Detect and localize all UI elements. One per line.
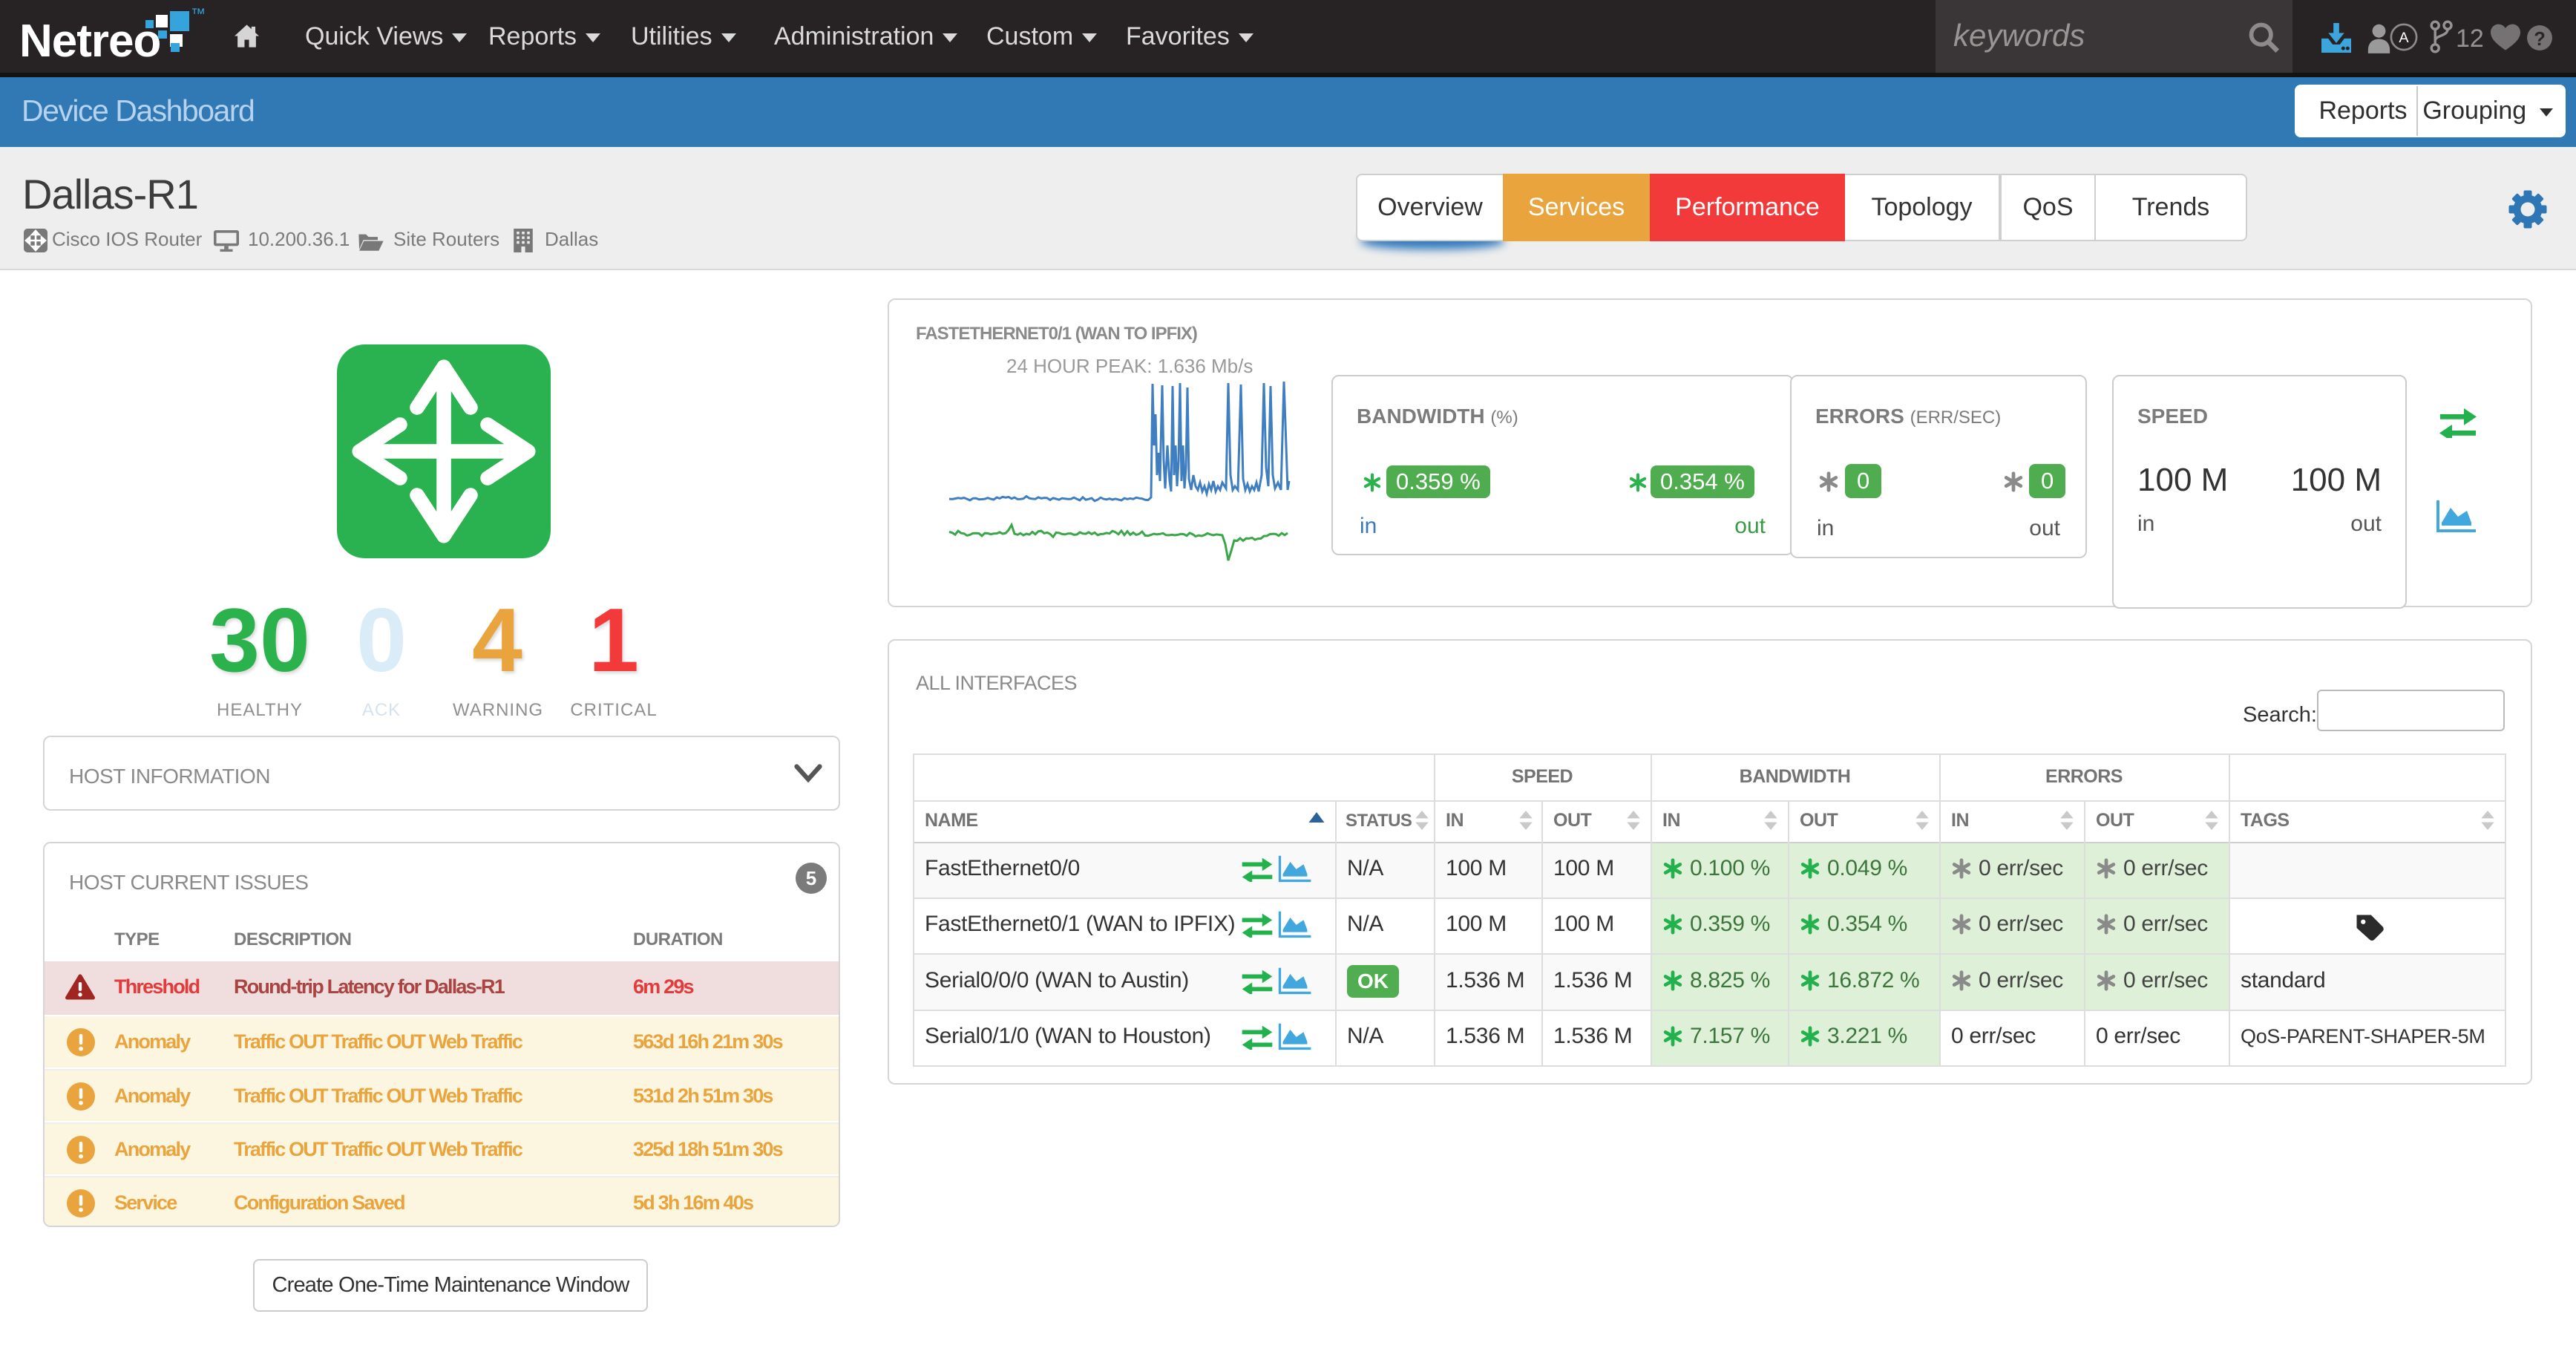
svg-text:?: ? [2534, 29, 2546, 50]
svg-text:A: A [2399, 30, 2409, 46]
